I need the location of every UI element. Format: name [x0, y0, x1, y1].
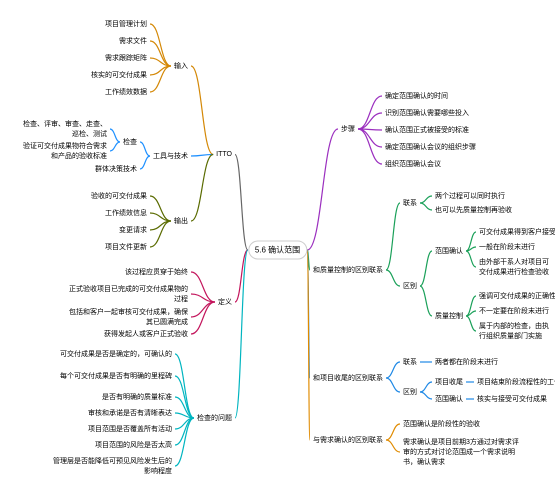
node-quality-contact-item: 也可以先质量控制再验收 [432, 204, 515, 216]
node-quality-diff-confirm: 范围确认 [432, 245, 466, 257]
node-steps-item: 确定范围确认的时间 [382, 90, 451, 102]
node-quality-diff-qc-item: 属于内部的检查，由执行组织质量部门实施 [476, 320, 555, 342]
node-quality-contact: 联系 [400, 197, 420, 209]
node-outputs-item: 变更请求 [116, 224, 150, 236]
node-inspect-item: 验证可交付成果物符合需求和产品的验收标准 [14, 140, 110, 162]
node-outputs-item: 验收的可交付成果 [88, 190, 150, 202]
node-inputs-item: 项目管理计划 [102, 18, 150, 30]
node-outputs-item: 项目文件更新 [102, 241, 150, 253]
node-checkq-item: 审核和承诺是否有清晰表达 [85, 407, 175, 419]
node-inputs-item: 工作绩效数据 [102, 86, 150, 98]
node-checkq-item: 可交付成果是否是确定的，可确认的 [57, 348, 175, 360]
node-close-diff: 区别 [400, 386, 420, 398]
node-quality-diff-confirm-item: 由外部干系人对项目可交付成果进行检查验收 [476, 256, 555, 278]
node-inspect-item: 群体决策技术 [92, 163, 140, 175]
node-steps-item: 确定范围确认会议的组织步骤 [382, 141, 479, 153]
node-req-item: 需求确认是项目前期3方通过对需求评审的方式对讨论范围成一个需求说明书，确认需求 [400, 436, 526, 468]
node-quality-diff-qc: 质量控制 [432, 310, 466, 322]
node-checkq-item: 项目范围的风险是否太高 [92, 439, 175, 451]
node-close-diff-val: 项目结束阶段流程性的工作 [474, 376, 555, 388]
node-close: 和项目收尾的区别联系 [310, 372, 386, 384]
mindmap-root: 5.6 确认范围 [248, 241, 307, 260]
node-definition-item: 包括和客户一起审核可交付成果，确保其已圆满完成 [65, 306, 191, 328]
node-checkq-item: 每个可交付成果是否有明确的里程碑 [57, 370, 175, 382]
node-definition-item: 获得发起人或客户正式验收 [101, 328, 191, 340]
node-definition-item: 正式验收项目已完成的可交付成果物的过程 [65, 283, 191, 305]
node-itto: ITTO [213, 150, 235, 159]
node-checkq-item: 项目范围是否覆盖所有活动 [85, 423, 175, 435]
node-quality-diff-qc-item: 强调可交付成果的正确性 [476, 290, 555, 302]
node-steps-item: 组织范围确认会议 [382, 158, 444, 170]
node-close-diff-key: 项目收尾 [432, 376, 466, 388]
node-inputs-item: 核实的可交付成果 [88, 69, 150, 81]
node-close-diff-key: 范围确认 [432, 393, 466, 405]
node-tools: 工具与技术 [150, 150, 191, 162]
node-quality: 和质量控制的区别联系 [310, 264, 386, 276]
node-outputs-item: 工作绩效信息 [102, 207, 150, 219]
node-steps: 步骤 [338, 123, 358, 135]
node-quality-diff-qc-item: 不一定要在阶段末进行 [476, 305, 552, 317]
node-close-diff-val: 核实与接受可交付成果 [474, 393, 550, 405]
node-definition-item: 该过程应贯穿于始终 [122, 266, 191, 278]
node-definition: 定义 [215, 296, 235, 308]
node-inputs-item: 需求文件 [116, 35, 150, 47]
node-quality-diff: 区别 [400, 280, 420, 292]
node-inspect-item: 检查、评审、审查、走查、巡检、测试 [14, 118, 110, 140]
node-quality-contact-item: 两个过程可以同时执行 [432, 190, 508, 202]
node-inputs-item: 需求跟踪矩阵 [102, 52, 150, 64]
node-close-contact: 联系 [400, 356, 420, 368]
node-close-contact-item: 两者都在阶段末进行 [432, 356, 501, 368]
node-steps-item: 确认范围正式被接受的标准 [382, 124, 472, 136]
node-checkq-item: 管理层是否能降低可预见风险发生后的影响程度 [49, 455, 175, 477]
node-req-item: 范围确认是阶段性的验收 [400, 418, 483, 430]
node-outputs: 输出 [171, 215, 191, 227]
node-steps-item: 识别范围确认需要哪些投入 [382, 107, 472, 119]
node-checkq-item: 是否有明确的质量标准 [99, 391, 175, 403]
node-req: 与需求确认的区别联系 [310, 434, 386, 446]
node-checkq: 检查的问题 [194, 412, 235, 424]
node-inputs: 输入 [171, 60, 191, 72]
node-inspect: 检查 [120, 136, 140, 148]
node-quality-diff-confirm-item: 可交付成果得到客户接受 [476, 226, 555, 238]
node-quality-diff-confirm-item: 一般在阶段末进行 [476, 241, 538, 253]
